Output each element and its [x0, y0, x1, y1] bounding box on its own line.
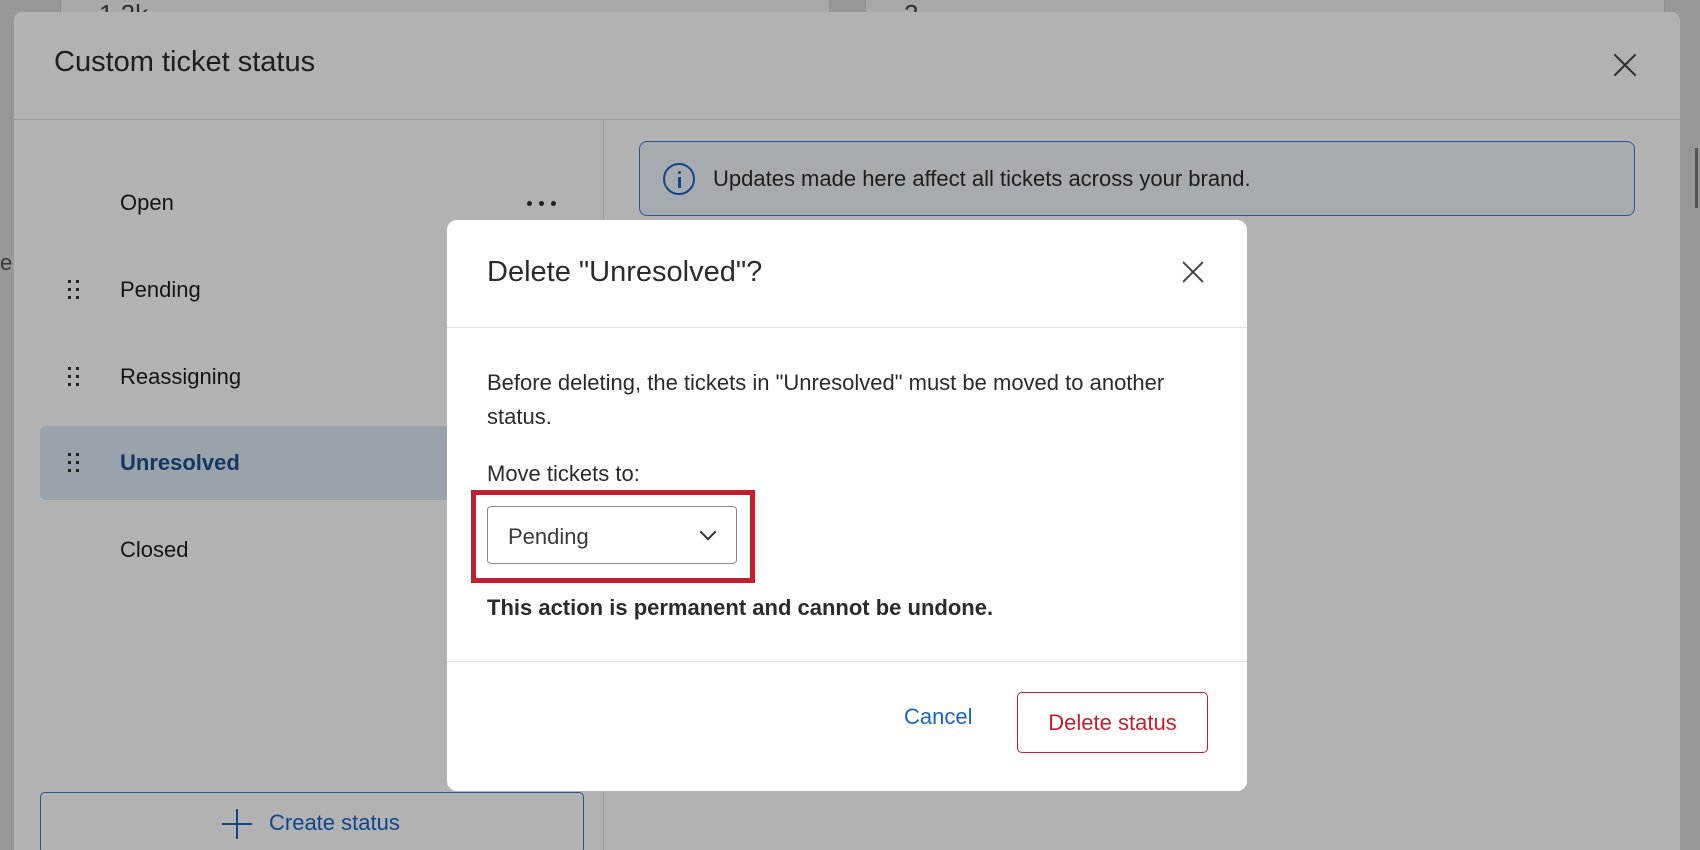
dialog-title: Delete "Unresolved"? [487, 256, 763, 288]
chevron-down-icon [699, 523, 717, 541]
dialog-description: Before deleting, the tickets in "Unresol… [487, 370, 1165, 429]
permanent-warning: This action is permanent and cannot be u… [487, 595, 994, 620]
delete-status-button[interactable]: Delete status [1017, 692, 1208, 753]
selected-status-value: Pending [508, 524, 589, 549]
delete-status-dialog: Delete "Unresolved"? Before deleting, th… [447, 220, 1247, 791]
dialog-body: Before deleting, the tickets in "Unresol… [447, 328, 1247, 662]
dialog-footer: Cancel Delete status [447, 662, 1247, 790]
delete-status-label: Delete status [1048, 710, 1177, 735]
cancel-button[interactable]: Cancel [904, 704, 972, 730]
close-icon[interactable] [1179, 258, 1207, 286]
move-tickets-label: Move tickets to: [487, 461, 640, 486]
dialog-header: Delete "Unresolved"? [447, 220, 1247, 328]
move-tickets-select[interactable]: Pending [487, 506, 737, 564]
